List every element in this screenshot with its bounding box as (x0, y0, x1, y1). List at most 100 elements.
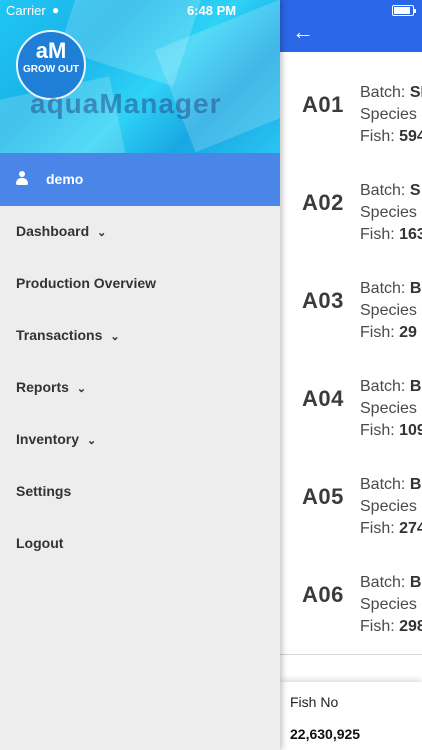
menu-label: Logout (16, 535, 63, 551)
menu-item-inventory[interactable]: Inventory ⌄ (0, 414, 280, 466)
fish-label: Fish: (360, 128, 395, 145)
fish-label: Fish: (360, 520, 395, 537)
tank-fish: Fish: 298 (360, 618, 422, 636)
chevron-down-icon: ⌄ (76, 383, 87, 395)
logo-bottom-text: GROW OUT (22, 64, 80, 75)
menu-label: Reports ⌄ (16, 379, 86, 395)
menu-item-dashboard[interactable]: Dashboard ⌄ (0, 206, 280, 258)
fish-value: 29 (399, 324, 417, 341)
tank-fish: Fish: 29 (360, 324, 417, 342)
batch-value: B (409, 378, 422, 395)
chevron-down-icon: ⌄ (110, 331, 120, 343)
fish-label: Fish: (360, 226, 395, 243)
tank-species: Species (360, 204, 417, 222)
batch-label: Batch: (360, 182, 406, 199)
wifi-icon: ● (52, 3, 60, 17)
tank-card[interactable]: A02 Batch: S Species Fish: 163 (280, 164, 422, 263)
fish-value: 109 (399, 422, 422, 439)
tank-card[interactable]: A04 Batch: B Species Fish: 109 (280, 360, 422, 459)
tank-code: A02 (302, 190, 344, 215)
batch-value: B (409, 574, 422, 591)
tank-species: Species (360, 596, 417, 614)
fish-value: 274 (399, 520, 422, 537)
chevron-down-icon: ⌄ (87, 435, 97, 447)
user-icon (16, 171, 28, 185)
status-bar: Carrier ● 6:48 PM (0, 0, 422, 20)
batch-value: B (409, 280, 422, 297)
menu-item-production-overview[interactable]: Production Overview (0, 258, 280, 310)
tank-species: Species (360, 302, 417, 320)
menu-label: Production Overview (16, 275, 156, 291)
batch-label: Batch: (360, 378, 406, 395)
menu-label-text: Dashboard (16, 223, 90, 239)
fish-label: Fish: (360, 324, 395, 341)
tank-code: A06 (302, 582, 344, 607)
user-row[interactable]: demo (0, 153, 280, 206)
tank-card[interactable]: A03 Batch: B Species Fish: 29 (280, 262, 422, 361)
tank-species: Species S (360, 106, 422, 124)
fish-value: 594 (399, 128, 422, 145)
tank-card[interactable]: A01 Batch: SE Species S Fish: 594 (280, 66, 422, 165)
species-label: Species (360, 106, 417, 123)
tank-code: A03 (302, 288, 344, 313)
tank-code: A01 (302, 92, 344, 117)
menu-item-reports[interactable]: Reports ⌄ (0, 362, 280, 414)
tank-batch: Batch: SE (360, 84, 422, 102)
tank-card[interactable]: A05 Batch: B Species Fish: 274 (280, 458, 422, 557)
tank-fish: Fish: 274 (360, 520, 422, 538)
menu-label: Inventory ⌄ (16, 431, 96, 447)
tank-list[interactable]: A01 Batch: SE Species S Fish: 594 A02 Ba… (280, 52, 422, 682)
fish-no-label: Fish No (290, 694, 339, 710)
tank-fish: Fish: 109 (360, 422, 422, 440)
fish-value: 163 (399, 226, 422, 243)
batch-label: Batch: (360, 476, 406, 493)
species-label: Species (360, 204, 417, 221)
menu-item-logout[interactable]: Logout (0, 518, 280, 570)
navigation-drawer: aM GROW OUT aquaManager demo Dashboard ⌄ … (0, 0, 280, 750)
back-button[interactable]: ← (292, 20, 322, 44)
fish-label: Fish: (360, 422, 395, 439)
carrier-label: Carrier (6, 3, 46, 18)
species-label: Species (360, 302, 417, 319)
status-time: 6:48 PM (187, 3, 237, 18)
tank-card[interactable]: A06 Batch: B Species Fish: 298 (280, 556, 422, 655)
back-arrow-icon: ← (292, 19, 314, 44)
tank-batch: Batch: B (360, 574, 421, 592)
logo-top-text: aM (35, 38, 67, 63)
batch-value: SE (409, 84, 422, 101)
fish-label: Fish: (360, 618, 395, 635)
menu-label: Settings (16, 483, 71, 499)
tank-batch: Batch: B (360, 476, 421, 494)
tank-fish: Fish: 594 (360, 128, 422, 146)
species-label: Species (360, 498, 417, 515)
tank-species: Species (360, 498, 417, 516)
batch-value: B (409, 476, 422, 493)
batch-label: Batch: (360, 574, 406, 591)
tank-batch: Batch: B (360, 378, 421, 396)
menu-label-text: Logout (16, 535, 64, 551)
tank-batch: Batch: S (360, 182, 420, 200)
menu-label-text: Production Overview (16, 275, 157, 291)
user-name: demo (46, 171, 84, 187)
menu-item-transactions[interactable]: Transactions ⌄ (0, 310, 280, 362)
drawer-header: aM GROW OUT aquaManager (0, 0, 280, 153)
fish-no-value: 22,630,925 (290, 726, 361, 742)
chevron-down-icon: ⌄ (97, 227, 107, 239)
battery-icon (392, 5, 416, 16)
fish-value: 298 (399, 618, 422, 635)
menu-label-text: Transactions (16, 327, 103, 343)
menu-label-text: Inventory (16, 431, 80, 447)
menu-label-text: Settings (16, 483, 72, 499)
batch-value: S (409, 182, 421, 199)
menu-label: Dashboard ⌄ (16, 223, 106, 239)
batch-label: Batch: (360, 84, 406, 101)
tank-batch: Batch: B (360, 280, 421, 298)
summary-footer: Fish No 22,630,925 (280, 682, 422, 750)
menu-item-settings[interactable]: Settings (0, 466, 280, 518)
species-label: Species (360, 596, 417, 613)
brand-wordmark: aquaManager (30, 88, 222, 119)
tank-code: A05 (302, 484, 344, 509)
menu-label: Transactions ⌄ (16, 327, 120, 343)
menu-label-text: Reports (16, 379, 69, 395)
tank-species: Species (360, 400, 417, 418)
